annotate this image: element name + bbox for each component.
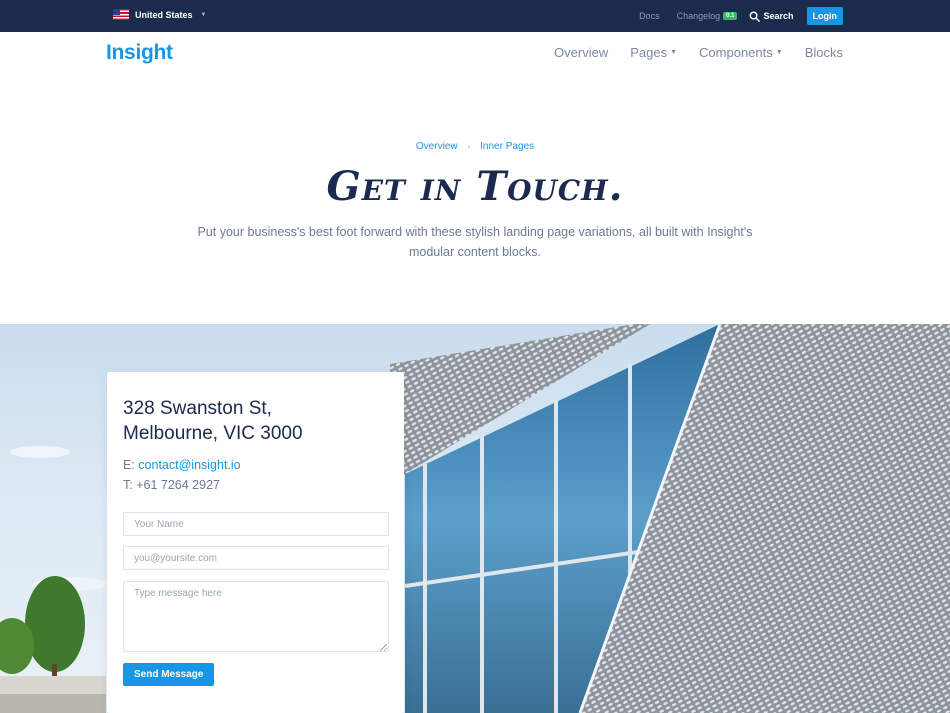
address-line-1: 328 Swanston St, xyxy=(123,398,272,419)
chevron-down-icon: ▼ xyxy=(670,49,678,56)
nav-item-overview[interactable]: Overview xyxy=(554,45,608,60)
send-message-button[interactable]: Send Message xyxy=(123,663,215,686)
nav-item-label: Pages xyxy=(630,45,668,60)
breadcrumb-inner-pages[interactable]: Inner Pages xyxy=(480,141,534,152)
nav-item-label: Components xyxy=(699,45,773,60)
phone-number: +61 7264 2927 xyxy=(136,478,220,492)
name-input[interactable] xyxy=(123,512,389,536)
address: 328 Swanston St, Melbourne, VIC 3000 xyxy=(123,396,303,446)
phone-line: T: +61 7264 2927 xyxy=(123,478,220,492)
email-link[interactable]: contact@insight.io xyxy=(138,458,240,472)
breadcrumb-overview[interactable]: Overview xyxy=(416,141,458,152)
page-subtitle: Put your business's best foot forward wi… xyxy=(197,225,753,259)
phone-prefix: T: xyxy=(123,478,133,492)
search-icon xyxy=(750,11,761,22)
search-button[interactable]: Search xyxy=(749,11,794,22)
us-flag-icon xyxy=(113,9,129,20)
email-input[interactable] xyxy=(123,546,389,570)
docs-link[interactable]: Docs xyxy=(639,11,660,21)
nav-item-label: Overview xyxy=(554,45,609,60)
changelog-label: Changelog xyxy=(676,11,721,21)
top-bar: United States ▼ Docs Changelog 0.1 Searc… xyxy=(0,0,950,32)
search-label: Search xyxy=(763,11,794,21)
nav-item-blocks[interactable]: Blocks xyxy=(805,45,843,60)
nav-item-components[interactable]: Components ▼ xyxy=(699,45,783,60)
top-links: Docs Changelog 0.1 Search Login xyxy=(639,7,843,25)
contact-card: 328 Swanston St, Melbourne, VIC 3000 E: … xyxy=(107,372,404,713)
country-selector[interactable]: United States ▼ xyxy=(113,9,206,20)
message-textarea[interactable] xyxy=(123,581,389,652)
breadcrumb: Overview › Inner Pages xyxy=(0,141,950,152)
resize-handle-icon[interactable] xyxy=(380,644,387,651)
nav-menu: Overview Pages ▼ Components ▼ Blocks xyxy=(554,45,843,60)
version-badge: 0.1 xyxy=(723,12,738,20)
email-prefix: E: xyxy=(123,458,135,472)
address-line-2: Melbourne, VIC 3000 xyxy=(123,423,303,444)
changelog-link[interactable]: Changelog 0.1 xyxy=(677,11,738,21)
nav-item-pages[interactable]: Pages ▼ xyxy=(630,45,677,60)
main-nav: Insight Overview Pages ▼ Components ▼ Bl… xyxy=(0,32,950,76)
page-title: Get in Touch. xyxy=(326,163,624,210)
chevron-right-icon: › xyxy=(467,141,471,151)
country-label: United States xyxy=(135,9,193,20)
chevron-down-icon: ▼ xyxy=(200,11,207,18)
logo[interactable]: Insight xyxy=(106,41,173,65)
login-button[interactable]: Login xyxy=(806,7,843,25)
email-line: E: contact@insight.io xyxy=(123,458,241,472)
chevron-down-icon: ▼ xyxy=(775,49,783,56)
nav-item-label: Blocks xyxy=(804,45,843,60)
